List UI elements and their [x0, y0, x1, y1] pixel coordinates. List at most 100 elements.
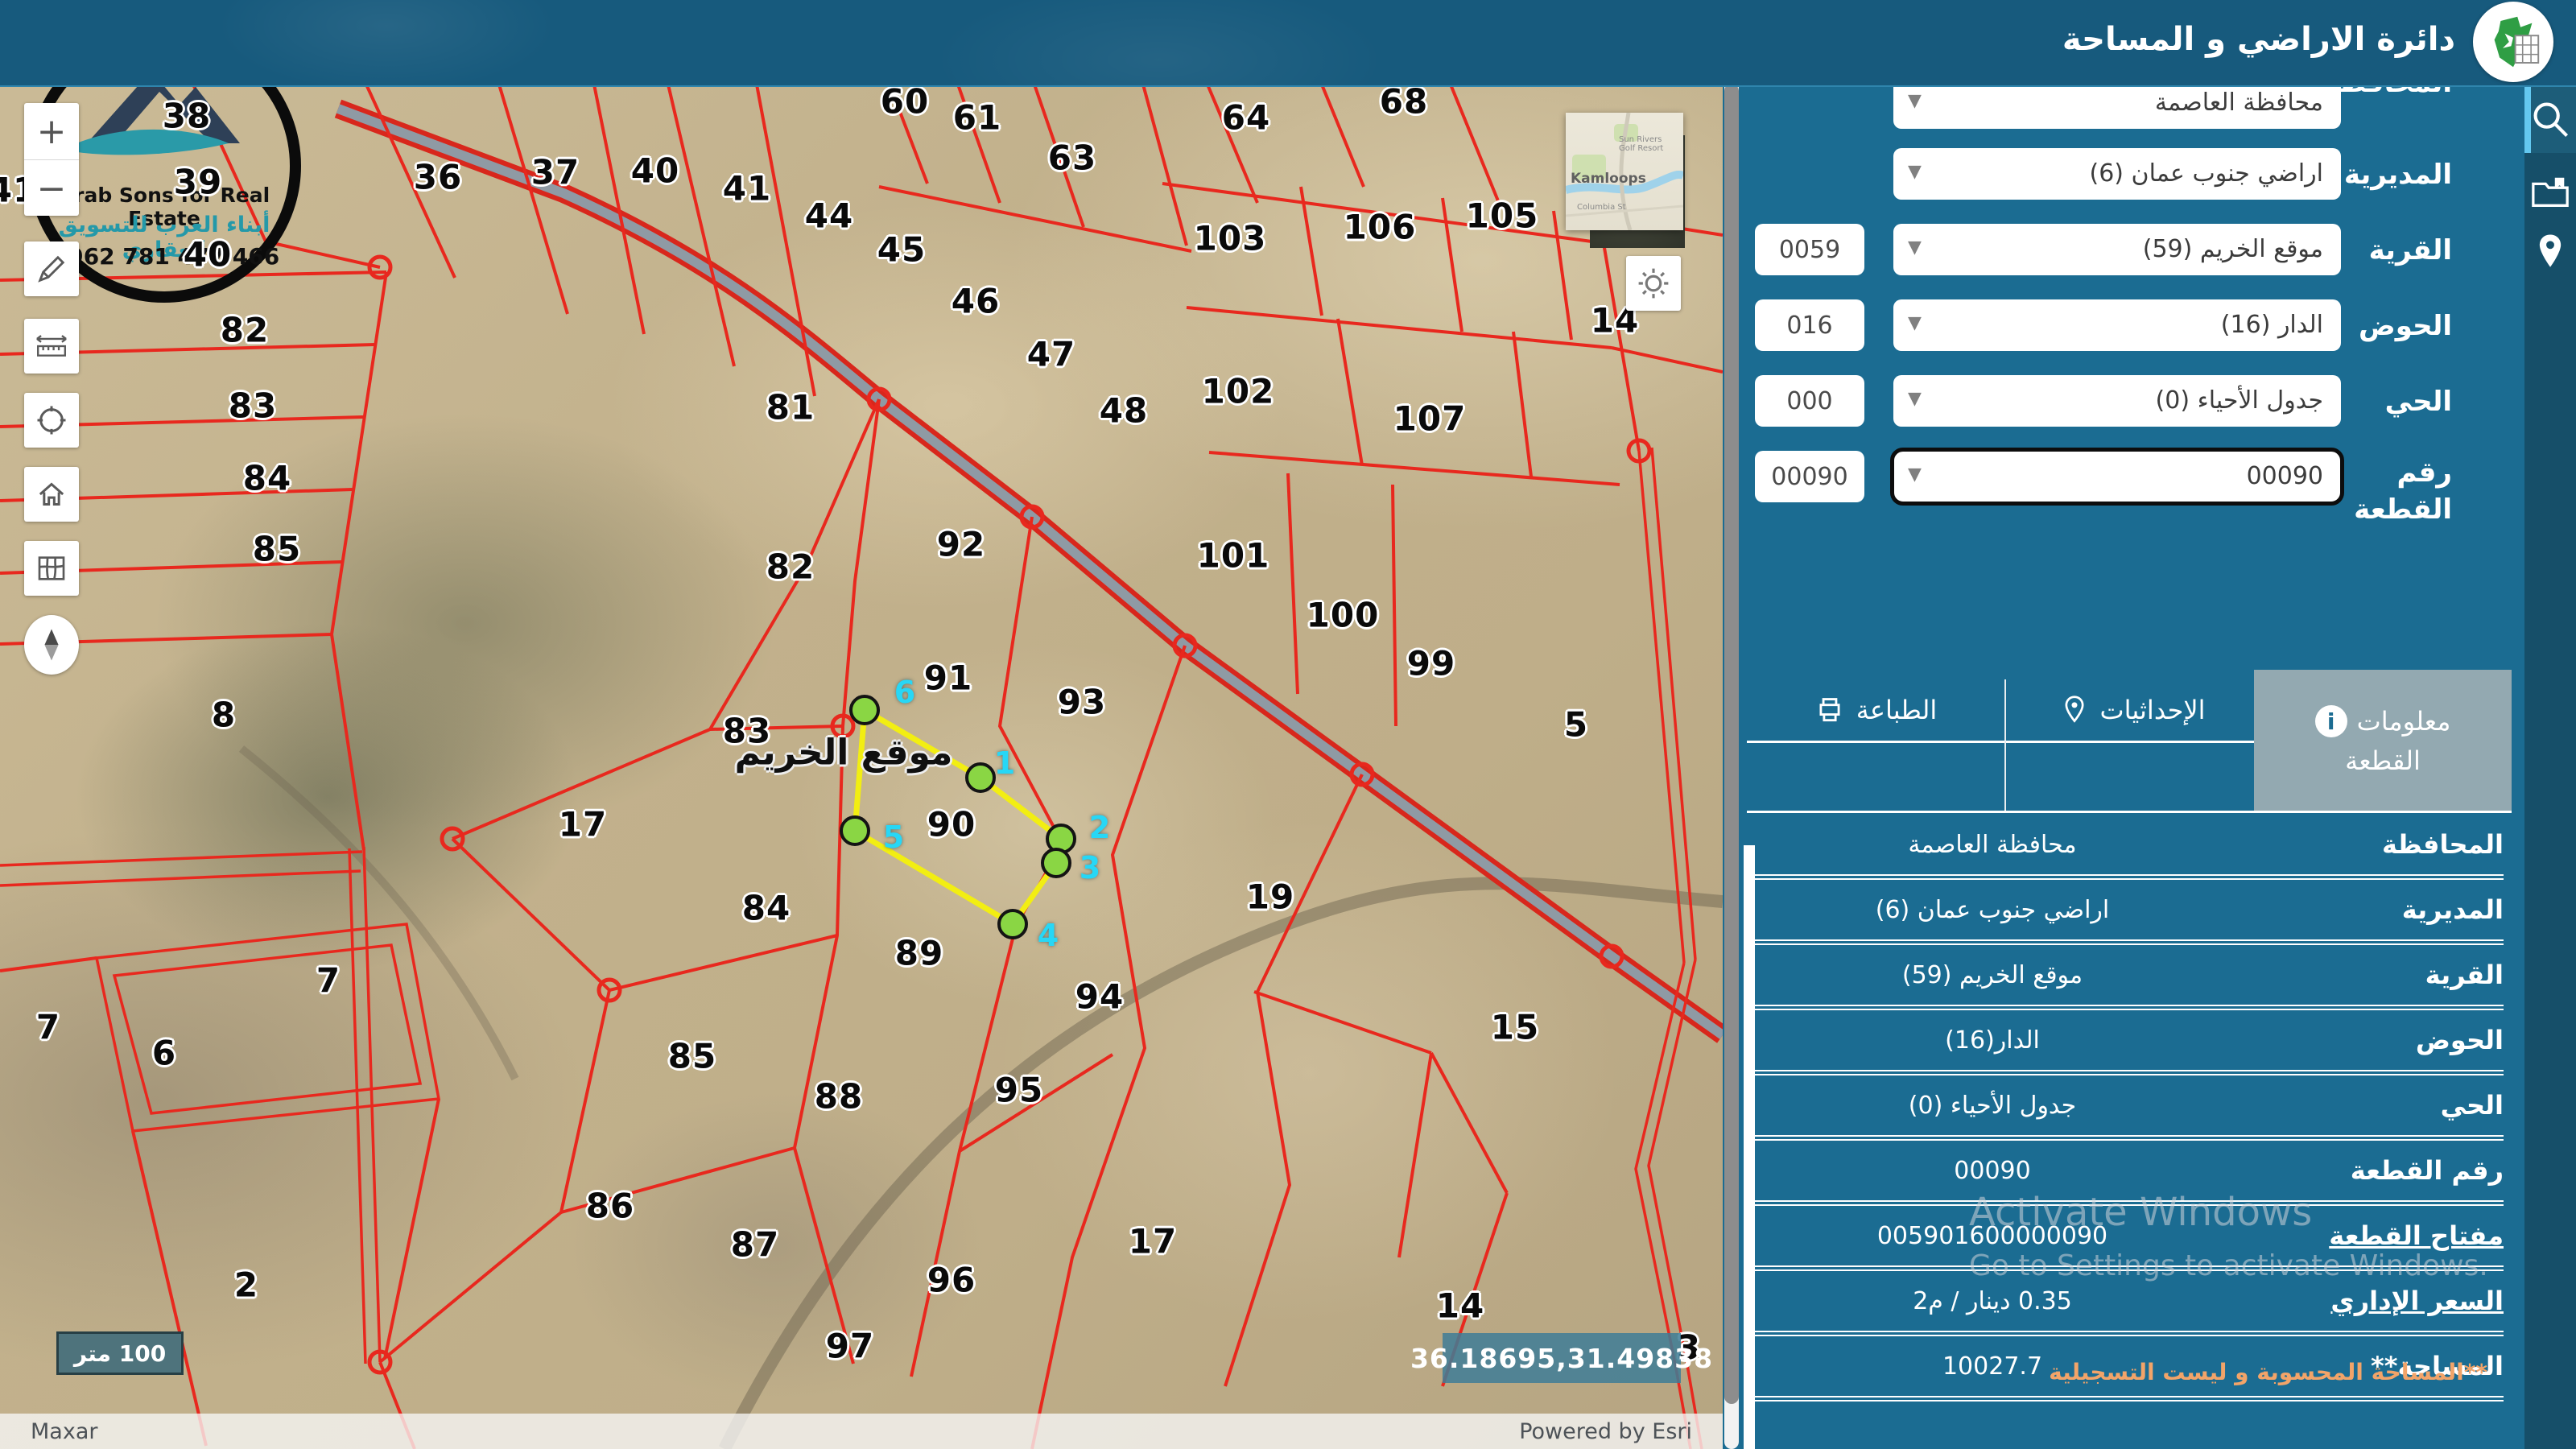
table-row-0: المحافظةمحافظة العاصمة [1755, 815, 2504, 880]
parcel-number-label: 38 [163, 97, 211, 136]
field-value-5: 00090 [1942, 451, 2323, 502]
map-canvas[interactable]: 3839404136374041444546474860616364681031… [0, 0, 1723, 1449]
app-title: دائرة الاراضي و المساحة [2062, 21, 2455, 58]
table-row-label: رقم القطعة [2230, 1155, 2504, 1186]
parcel-number-label: 41 [723, 169, 771, 208]
coordinates-readout: 36.18695,31.49838 [1443, 1333, 1681, 1383]
parcel-number-label: 94 [1075, 977, 1124, 1017]
tab-parcel-info-label-1: معلومات [2357, 706, 2451, 737]
parcel-number-label: 102 [1202, 372, 1275, 411]
inset-label-golf: Sun Rivers Golf Resort [1619, 135, 1675, 153]
table-row-value: 00090 [1755, 1157, 2230, 1185]
parcel-number-label: 90 [927, 805, 976, 844]
parcel-number-label: 48 [1100, 391, 1148, 431]
zoom-out-button[interactable]: − [24, 160, 79, 217]
parcel-number-label: 44 [805, 196, 853, 236]
parcel-number-label: 81 [766, 388, 815, 427]
parcel-number-label: 100 [1307, 596, 1380, 635]
parcel-number-label: 88 [815, 1077, 863, 1117]
parcel-number-label: 96 [927, 1261, 976, 1300]
table-row-1: المديريةاراضي جنوب عمان (6) [1755, 880, 2504, 945]
parcel-number-label: 7 [36, 1008, 60, 1047]
field-dropdown-5[interactable]: 00090▼ [1893, 451, 2341, 502]
field-dropdown-2[interactable]: موقع الخريم (59) ▼ [1893, 224, 2341, 275]
field-code-3[interactable]: 016 [1755, 299, 1864, 351]
printer-icon [1814, 695, 1845, 725]
table-row-value: محافظة العاصمة [1755, 831, 2230, 859]
parcel-number-label: 92 [937, 525, 985, 564]
parcel-number-label: 93 [1058, 683, 1106, 722]
parcel-number-label: 84 [243, 459, 291, 498]
parcel-number-label: 99 [1407, 644, 1455, 683]
field-label-3: الحوض [2359, 308, 2452, 345]
draw-button[interactable] [24, 242, 79, 296]
parcel-number-label: 89 [895, 934, 943, 973]
parcel-number-label: 68 [1380, 82, 1428, 122]
compass-needle-icon [39, 627, 64, 663]
search-tool-button[interactable] [2524, 85, 2576, 153]
brightness-button[interactable] [1626, 256, 1681, 311]
table-row-6: مفتاح القطعة005901600000090 [1755, 1206, 2504, 1271]
layers-tool-button[interactable] [2524, 158, 2576, 225]
parcel-number-label: 39 [174, 163, 222, 202]
parcel-number-label: 106 [1344, 208, 1417, 247]
field-code-2[interactable]: 0059 [1755, 224, 1864, 275]
table-row-label: الحي [2230, 1090, 2504, 1121]
table-row-value: 0.35 دينار / م2 [1755, 1287, 2230, 1315]
home-button[interactable] [24, 467, 79, 522]
field-value-2: موقع الخريم (59) [1942, 224, 2323, 275]
search-icon [2529, 98, 2571, 140]
tab-separator [2004, 679, 2006, 811]
parcel-number-label: 17 [559, 805, 607, 844]
locate-button[interactable] [24, 393, 79, 448]
zoom-in-button[interactable]: + [24, 103, 79, 160]
measure-button[interactable] [24, 319, 79, 374]
table-row-2: القريةموقع الخريم (59) [1755, 945, 2504, 1010]
table-row-7: السعر الإداري0.35 دينار / م2 [1755, 1271, 2504, 1336]
tab-print-label: الطباعة [1856, 695, 1938, 725]
pencil-icon [36, 254, 67, 284]
parcel-number-label: 6 [152, 1034, 176, 1073]
tabbar-bottom-line [1747, 811, 2512, 813]
field-dropdown-3[interactable]: الدار (16)▼ [1893, 299, 2341, 351]
table-row-label: الحوض [2230, 1025, 2504, 1055]
parcel-number-label: 7 [316, 961, 341, 1001]
parcel-number-label: 82 [221, 311, 269, 350]
folder-bookmark-icon [2530, 174, 2570, 209]
parcel-number-label: 107 [1393, 399, 1467, 439]
tab-parcel-info[interactable]: معلومات i القطعة [2254, 670, 2512, 811]
parcel-number-label: 97 [826, 1327, 874, 1366]
map-attribution-bar: Maxar Powered by Esri [0, 1414, 1723, 1449]
parcel-number-label: 84 [742, 889, 791, 928]
parcel-number-label: 40 [184, 235, 232, 275]
table-row-label: المديرية [2230, 894, 2504, 925]
basemap-button[interactable] [24, 541, 79, 596]
tab-print[interactable]: الطباعة [1755, 670, 1996, 750]
measure-icon [34, 332, 69, 360]
parcel-number-label: 82 [766, 547, 815, 587]
chevron-down-icon: ▼ [1908, 224, 1922, 275]
field-code-5[interactable]: 00090 [1755, 451, 1864, 502]
parcel-number-label: 101 [1197, 536, 1270, 576]
table-row-3: الحوضالدار(16) [1755, 1010, 2504, 1075]
area-footnote: **المساحة المحسوبة و ليست التسجيلية [2049, 1359, 2487, 1385]
parcel-number-label: 40 [631, 151, 679, 191]
pin-icon [2061, 695, 2088, 725]
parcel-number-label: 8 [212, 696, 236, 735]
right-icon-strip [2524, 0, 2576, 1449]
table-accent-bar [1744, 845, 1755, 1449]
field-dropdown-1[interactable]: اراضي جنوب عمان (6)▼ [1893, 148, 2341, 200]
attribution-esri: Powered by Esri [1519, 1419, 1692, 1444]
compass-button[interactable] [24, 615, 79, 675]
parcel-number-label: 37 [531, 153, 580, 192]
parcel-number-label: 14 [1436, 1286, 1484, 1326]
basemap-inset[interactable]: Sun Rivers Golf Resort Kamloops Columbia… [1566, 113, 1683, 230]
table-row-5: رقم القطعة00090 [1755, 1141, 2504, 1206]
app-header: دائرة الاراضي و المساحة [0, 0, 2576, 87]
parcel-number-label: 86 [586, 1187, 634, 1226]
village-name-label: موقع الخريم [735, 733, 953, 774]
location-tool-button[interactable] [2524, 217, 2576, 285]
tab-coordinates[interactable]: الإحداثيات [2021, 670, 2246, 750]
field-code-4[interactable]: 000 [1755, 375, 1864, 427]
field-dropdown-4[interactable]: جدول الأحياء (0)▼ [1893, 375, 2341, 427]
